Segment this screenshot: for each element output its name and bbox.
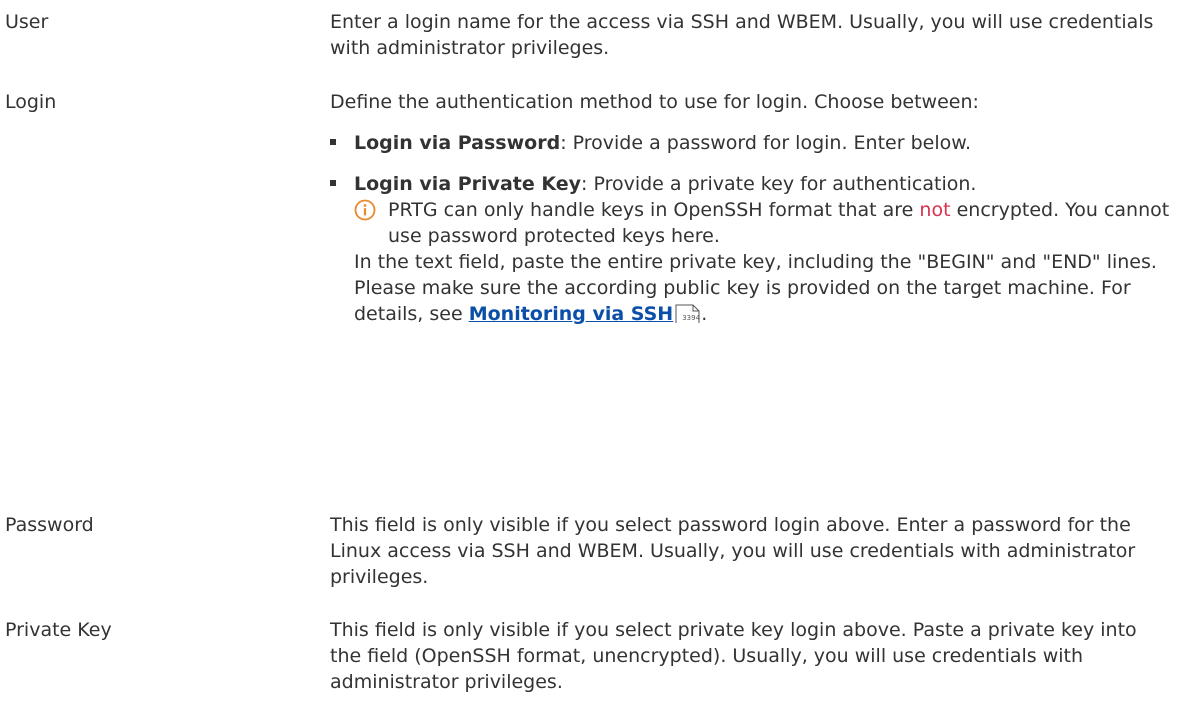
bullet-icon xyxy=(330,139,336,145)
desc-password-text: This field is only visible if you select… xyxy=(330,514,1136,588)
desc-user: Enter a login name for the access via SS… xyxy=(330,9,1170,61)
login-options-list: Login via Password: Provide a password f… xyxy=(330,130,1170,327)
note-text-before: PRTG can only handle keys in OpenSSH for… xyxy=(388,199,920,221)
note-callout: PRTG can only handle keys in OpenSSH for… xyxy=(354,197,1170,249)
list-item-login-password: Login via Password: Provide a password f… xyxy=(330,130,1170,156)
term-user: User xyxy=(5,11,49,33)
desc-password: This field is only visible if you select… xyxy=(330,512,1170,590)
note-highlight: not xyxy=(919,199,951,221)
desc-private-key-text: This field is only visible if you select… xyxy=(330,619,1137,693)
page-reference-number: 3394 xyxy=(682,314,701,322)
term-private-key: Private Key xyxy=(5,619,112,641)
login-details-text: In the text field, paste the entire priv… xyxy=(354,249,1170,327)
list-item-login-private-key: Login via Private Key: Provide a private… xyxy=(330,171,1170,327)
option-title: Login via Private Key xyxy=(354,173,582,195)
term-password: Password xyxy=(5,514,94,536)
option-text: : Provide a password for login. Enter be… xyxy=(560,132,972,154)
page-reference-icon[interactable]: 3394 xyxy=(675,304,701,324)
desc-user-text: Enter a login name for the access via SS… xyxy=(330,11,1154,59)
info-icon xyxy=(354,199,376,221)
monitoring-via-ssh-link[interactable]: Monitoring via SSH xyxy=(469,303,674,325)
login-intro: Define the authentication method to use … xyxy=(330,91,979,113)
term-login: Login xyxy=(5,91,57,113)
details-end: . xyxy=(701,303,708,325)
desc-login: Define the authentication method to use … xyxy=(330,89,1170,327)
desc-private-key: This field is only visible if you select… xyxy=(330,617,1170,695)
option-title: Login via Password xyxy=(354,132,561,154)
option-text: : Provide a private key for authenticati… xyxy=(581,173,977,195)
bullet-icon xyxy=(330,180,336,186)
